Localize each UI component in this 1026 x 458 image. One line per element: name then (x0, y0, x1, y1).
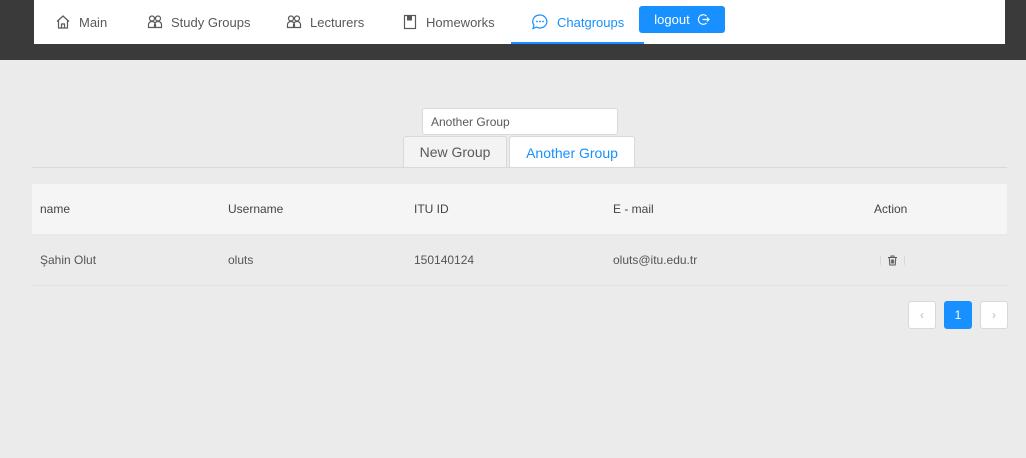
main-nav: Main Study Groups Lecturers Homeworks Ch… (34, 0, 1005, 44)
page-number: 1 (954, 308, 962, 322)
book-icon (403, 14, 417, 30)
pagination-next-button[interactable]: › (980, 301, 1008, 329)
logout-icon (697, 14, 710, 25)
nav-item-label: Main (79, 14, 108, 30)
top-bar: Main Study Groups Lecturers Homeworks Ch… (0, 0, 1026, 60)
groups-icon (286, 15, 302, 29)
groups-icon (147, 15, 163, 29)
delete-button[interactable] (880, 255, 905, 265)
nav-item-main[interactable]: Main (55, 0, 107, 44)
table-row: Şahin Olut oluts 150140124 oluts@itu.edu… (32, 235, 1007, 286)
cell-action (880, 235, 905, 285)
cell-username: oluts (228, 253, 254, 267)
tab-another-group[interactable]: Another Group (509, 136, 635, 168)
chat-icon (532, 14, 548, 30)
cell-email: oluts@itu.edu.tr (613, 253, 698, 267)
nav-item-label: Homeworks (426, 14, 495, 30)
logout-label: logout (654, 12, 690, 27)
nav-item-label: Lecturers (310, 14, 365, 30)
nav-item-study-groups[interactable]: Study Groups (147, 0, 251, 44)
home-icon (56, 15, 70, 29)
table-header: name Username ITU ID E - mail Action (32, 184, 1007, 235)
tabs-divider (32, 167, 1007, 168)
tab-label: New Group (419, 144, 491, 160)
column-header-name[interactable]: name (40, 184, 70, 234)
nav-item-label: Study Groups (171, 14, 251, 30)
chevron-left-icon: ‹ (920, 308, 924, 322)
nav-item-lecturers[interactable]: Lecturers (286, 0, 364, 44)
column-header-username[interactable]: Username (228, 184, 283, 234)
logout-button[interactable]: logout (639, 6, 725, 33)
tab-new-group[interactable]: New Group (403, 136, 507, 167)
trash-icon (888, 255, 897, 265)
nav-item-homeworks[interactable]: Homeworks (402, 0, 495, 44)
nav-item-label: Chatgroups (557, 14, 625, 30)
column-header-action: Action (874, 202, 908, 216)
column-header-email[interactable]: E - mail (613, 184, 654, 234)
pagination-page-1[interactable]: 1 (944, 301, 972, 329)
nav-item-chatgroups[interactable]: Chatgroups (510, 0, 645, 44)
group-name-input[interactable] (422, 108, 618, 135)
pagination-prev-button[interactable]: ‹ (908, 301, 936, 329)
members-table: name Username ITU ID E - mail Action Şah… (32, 184, 1007, 286)
tab-label: Another Group (526, 144, 618, 161)
column-header-itu-id[interactable]: ITU ID (414, 184, 449, 234)
chevron-right-icon: › (992, 308, 996, 322)
cell-itu-id: 150140124 (414, 253, 475, 267)
cell-name: Şahin Olut (40, 253, 97, 267)
